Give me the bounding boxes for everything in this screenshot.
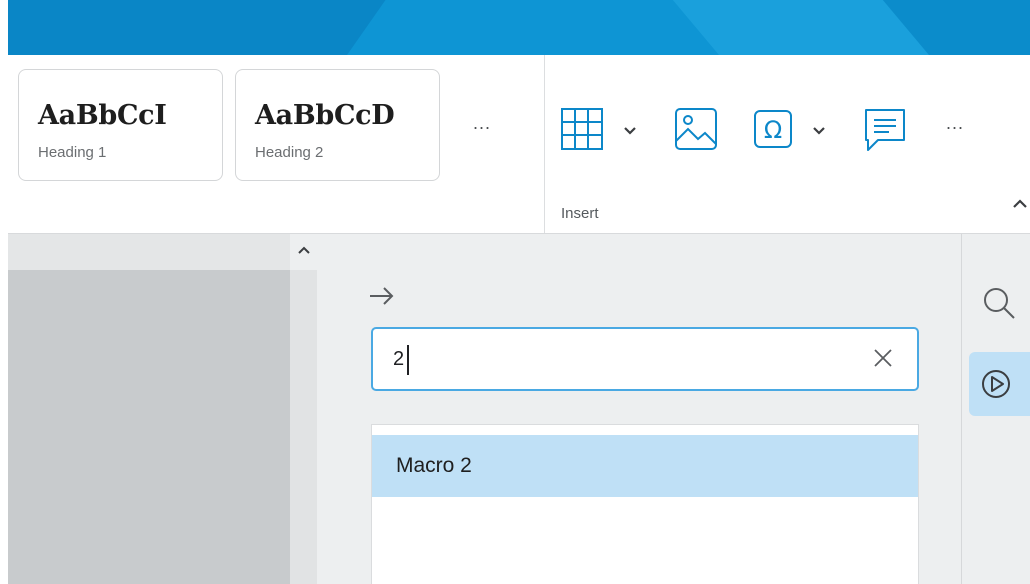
macro-play-icon <box>982 370 1010 398</box>
title-bar <box>8 0 1030 55</box>
search-icon[interactable] <box>982 286 1016 325</box>
list-item[interactable]: Macro 2 <box>372 435 918 497</box>
document-area <box>8 270 290 584</box>
styles-more-button[interactable]: ... <box>473 113 491 134</box>
style-sample: AaBbCcD <box>255 100 395 131</box>
style-heading-2[interactable]: AaBbCcD Heading 2 <box>235 69 440 181</box>
collapse-ribbon-icon[interactable] <box>1012 197 1028 215</box>
insert-group-label: Insert <box>561 205 599 222</box>
scroll-up-icon[interactable] <box>297 242 311 260</box>
close-icon[interactable] <box>873 348 893 373</box>
style-name: Heading 1 <box>38 144 107 161</box>
text-caret <box>407 345 409 375</box>
arrow-right-icon[interactable] <box>368 285 396 312</box>
comment-icon[interactable] <box>863 107 907 158</box>
style-sample: AaBbCcI <box>38 100 167 131</box>
macro-name: Macro 2 <box>396 454 472 477</box>
macro-search-input[interactable] <box>393 343 853 375</box>
insert-more-button[interactable]: ... <box>946 113 964 134</box>
ribbon-separator <box>544 55 545 233</box>
image-icon[interactable] <box>674 107 718 156</box>
scrollbar-thumb[interactable] <box>290 270 317 584</box>
macro-search-field[interactable] <box>371 327 919 391</box>
title-bar-decoration <box>8 0 400 55</box>
vertical-scrollbar[interactable] <box>290 234 317 584</box>
chevron-down-icon[interactable] <box>623 123 637 141</box>
style-heading-1[interactable]: AaBbCcI Heading 1 <box>18 69 223 181</box>
document-ruler <box>8 234 290 270</box>
macro-results-list: Macro 2 <box>371 424 919 584</box>
chevron-down-icon[interactable] <box>812 123 826 141</box>
svg-text:Ω: Ω <box>764 116 782 144</box>
special-character-icon[interactable]: Ω <box>753 109 793 154</box>
macros-button[interactable] <box>969 352 1030 416</box>
style-name: Heading 2 <box>255 144 324 161</box>
table-icon[interactable] <box>560 107 604 156</box>
ribbon: AaBbCcI Heading 1 AaBbCcD Heading 2 ... … <box>8 55 1030 234</box>
